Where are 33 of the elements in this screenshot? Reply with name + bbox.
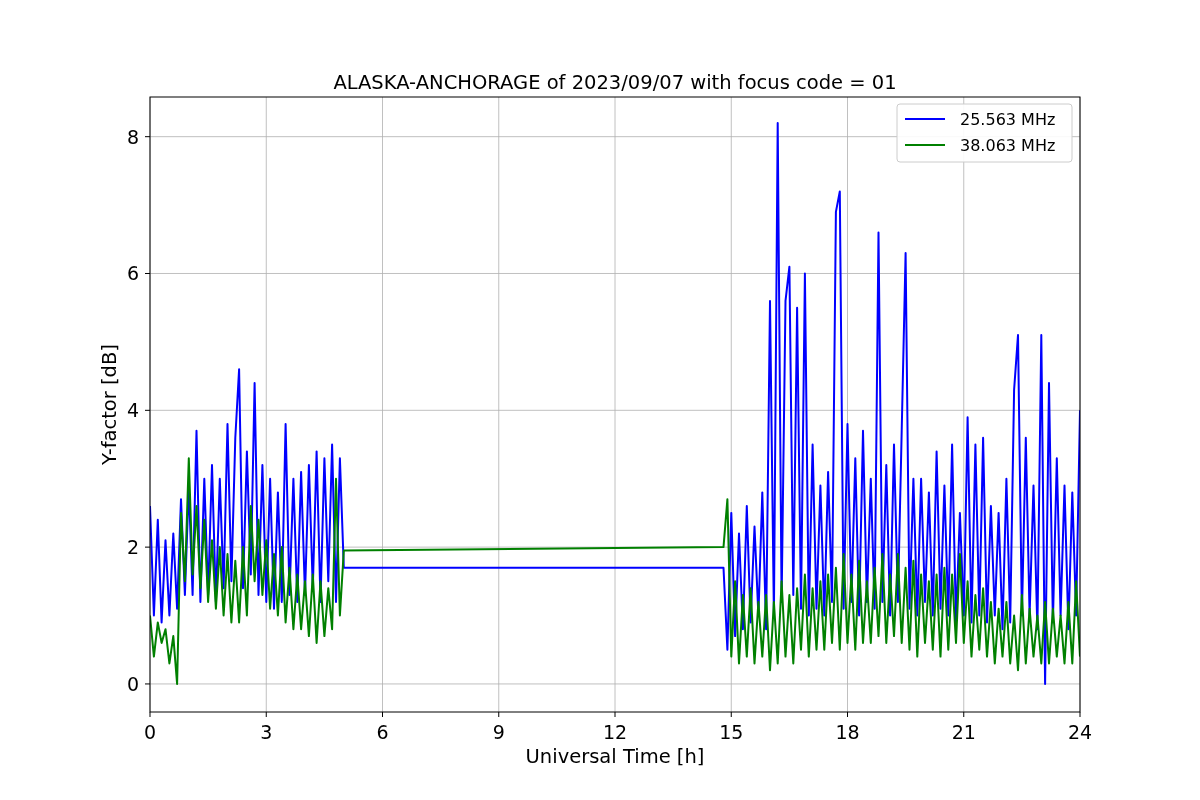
x-tick-label: 3	[260, 721, 273, 743]
x-axis-label: Universal Time [h]	[525, 745, 705, 768]
y-tick-label: 8	[126, 125, 139, 148]
tick-mark	[730, 711, 732, 718]
x-tick-label: 18	[835, 721, 860, 743]
tick-mark	[614, 711, 616, 718]
x-tick-label: 15	[719, 721, 744, 743]
tick-mark	[963, 711, 965, 718]
tick-mark	[1079, 711, 1081, 718]
y-tick-label: 0	[126, 672, 139, 695]
tick-mark	[498, 711, 500, 718]
x-tick-label: 6	[376, 721, 389, 743]
tick-mark	[144, 683, 151, 685]
y-tick-label: 4	[126, 399, 139, 422]
y-tick-label: 2	[126, 536, 139, 559]
tick-mark	[265, 711, 267, 718]
tick-mark	[144, 136, 151, 138]
x-tick-label: 9	[492, 721, 505, 743]
y-axis-label: Y-factor [dB]	[98, 344, 121, 465]
y-tick-label: 6	[126, 262, 139, 285]
x-tick-label: 0	[143, 721, 157, 743]
tick-mark	[144, 409, 151, 411]
tick-mark	[144, 273, 151, 274]
legend-label: 38.063 MHz	[960, 136, 1056, 155]
x-tick-label: 21	[951, 721, 976, 743]
x-tick-label: 12	[602, 721, 628, 743]
tick-mark	[847, 711, 848, 718]
chart-title: ALASKA-ANCHORAGE of 2023/09/07 with focus code = 01	[333, 71, 897, 94]
tick-mark	[149, 711, 151, 718]
tick-mark	[382, 711, 383, 718]
legend-label: 25.563 MHz	[960, 110, 1056, 129]
tick-mark	[144, 546, 151, 548]
x-tick-label: 24	[1067, 721, 1093, 743]
